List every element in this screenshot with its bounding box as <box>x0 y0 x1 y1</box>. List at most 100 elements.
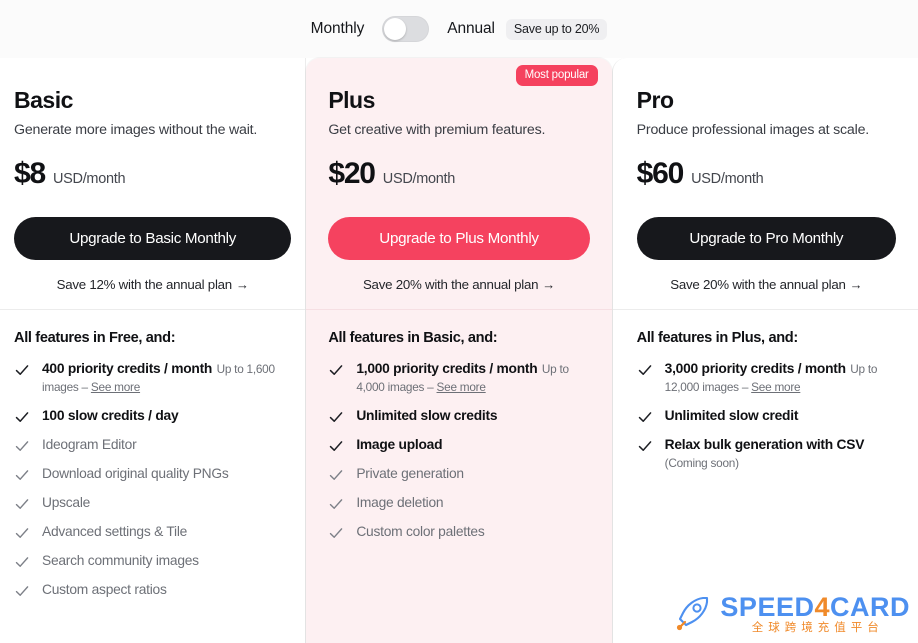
plan-header-pro: Pro Produce professional images at scale… <box>613 58 918 309</box>
plan-price-row: $8 USD/month <box>14 157 291 191</box>
feature-item: Upscale <box>14 494 291 512</box>
check-icon <box>328 467 344 483</box>
watermark-brand-prefix: SPEED <box>720 592 815 623</box>
feature-label: Image deletion <box>356 495 444 510</box>
check-icon <box>14 467 30 483</box>
feature-text: Private generation <box>356 465 464 483</box>
annual-plan-link-pro[interactable]: Save 20% with the annual plan → <box>637 277 896 292</box>
feature-text: Ideogram Editor <box>42 436 137 454</box>
feature-text: Relax bulk generation with CSV (Coming s… <box>665 436 898 472</box>
feature-label: 1,000 priority credits / month <box>356 361 538 376</box>
feature-item: Download original quality PNGs <box>14 465 291 483</box>
plan-price-row: $20 USD/month <box>328 157 589 191</box>
feature-text: Custom aspect ratios <box>42 581 167 599</box>
plan-name: Plus <box>328 87 375 113</box>
feature-text: Unlimited slow credits <box>356 407 497 425</box>
feature-item: Image upload <box>328 436 591 454</box>
feature-label: 100 slow credits / day <box>42 408 179 423</box>
check-icon <box>14 525 30 541</box>
billing-monthly-label[interactable]: Monthly <box>311 20 365 38</box>
plan-price: $20 <box>328 157 376 191</box>
features-title: All features in Plus, and: <box>636 330 799 346</box>
feature-item: Search community images <box>14 552 291 570</box>
check-icon <box>14 583 30 599</box>
plan-price-unit: USD/month <box>52 171 126 188</box>
feature-item: Unlimited slow credit <box>637 407 898 425</box>
plan-name: Basic <box>14 87 73 113</box>
pricing-page: Monthly Annual Save up to 20% Basic Gene… <box>0 0 918 643</box>
most-popular-badge: Most popular <box>515 65 598 86</box>
feature-text: 400 priority credits / month Up to 1,600… <box>42 360 291 396</box>
check-icon <box>328 525 344 541</box>
see-more-link[interactable]: See more <box>751 380 800 394</box>
feature-item: Custom color palettes <box>328 523 591 541</box>
plan-price: $8 <box>14 157 46 191</box>
billing-annual-label[interactable]: Annual <box>447 20 495 38</box>
feature-item: Advanced settings & Tile <box>14 523 291 541</box>
feature-label: Upscale <box>42 495 91 510</box>
arrow-right-icon: → <box>235 277 249 293</box>
feature-text: Unlimited slow credit <box>665 407 799 425</box>
plan-header-basic: Basic Generate more images without the w… <box>0 58 305 309</box>
arrow-right-icon: → <box>849 277 863 293</box>
see-more-link[interactable]: See more <box>91 380 140 394</box>
billing-period-switch[interactable] <box>382 16 430 42</box>
plan-header-plus: Plus Get creative with premium features.… <box>306 58 611 309</box>
upgrade-button-basic[interactable]: Upgrade to Basic Monthly <box>14 217 292 261</box>
feature-item: 100 slow credits / day <box>14 407 291 425</box>
plan-price-unit: USD/month <box>382 171 456 188</box>
feature-text: Upscale <box>42 494 90 512</box>
check-icon <box>637 362 653 378</box>
plan-name: Pro <box>636 87 674 113</box>
feature-text: 100 slow credits / day <box>42 407 179 425</box>
feature-text: Search community images <box>42 552 199 570</box>
feature-label: Relax bulk generation with CSV <box>664 437 865 452</box>
feature-label: Unlimited slow credits <box>356 408 498 423</box>
watermark-subtitle: 全球跨境充值平台 <box>751 622 884 635</box>
feature-item: 3,000 priority credits / month Up to 12,… <box>637 360 898 396</box>
annual-plan-link-text: Save 20% with the annual plan <box>362 277 539 293</box>
feature-label: Private generation <box>356 466 464 481</box>
upgrade-button-pro[interactable]: Upgrade to Pro Monthly <box>636 217 896 261</box>
feature-text: Image deletion <box>356 494 443 512</box>
feature-label: Advanced settings & Tile <box>42 524 188 539</box>
plan-price-row: $60 USD/month <box>637 157 896 191</box>
features-title: All features in Free, and: <box>14 330 176 346</box>
see-more-link[interactable]: See more <box>437 380 486 394</box>
annual-plan-link-plus[interactable]: Save 20% with the annual plan → <box>328 277 589 292</box>
check-icon <box>637 409 653 425</box>
annual-plan-link-text: Save 20% with the annual plan <box>670 277 846 293</box>
feature-text: Image upload <box>356 436 442 454</box>
watermark-brand-accent: 4 <box>814 592 830 623</box>
plan-description: Produce professional images at scale. <box>636 122 870 139</box>
annual-plan-link-basic[interactable]: Save 12% with the annual plan → <box>14 277 291 292</box>
feature-text: 1,000 priority credits / month Up to 4,0… <box>356 360 591 396</box>
feature-label: Download original quality PNGs <box>42 466 229 481</box>
features-title: All features in Basic, and: <box>328 330 498 346</box>
speed4card-watermark: SPEED4CARD 全球跨境充值平台 <box>673 592 910 637</box>
check-icon <box>14 438 30 454</box>
plan-description: Get creative with premium features. <box>328 122 546 139</box>
watermark-brand: SPEED4CARD <box>720 594 910 621</box>
check-icon <box>14 554 30 570</box>
feature-item: Custom aspect ratios <box>14 581 291 599</box>
annual-savings-badge: Save up to 20% <box>505 18 608 40</box>
feature-text: Advanced settings & Tile <box>42 523 187 541</box>
check-icon <box>14 409 30 425</box>
feature-text: Download original quality PNGs <box>42 465 229 483</box>
feature-label: Custom color palettes <box>356 524 485 539</box>
feature-label: 3,000 priority credits / month <box>664 361 846 376</box>
plan-columns: Basic Generate more images without the w… <box>0 58 918 643</box>
feature-text: Custom color palettes <box>356 523 484 541</box>
feature-item: Private generation <box>328 465 591 483</box>
feature-item: 1,000 priority credits / month Up to 4,0… <box>328 360 591 396</box>
check-icon <box>637 438 653 454</box>
upgrade-button-plus[interactable]: Upgrade to Plus Monthly <box>328 217 590 261</box>
feature-label: Unlimited slow credit <box>664 408 799 423</box>
plan-card-basic: Basic Generate more images without the w… <box>0 58 307 643</box>
annual-plan-link-text: Save 12% with the annual plan <box>56 277 233 293</box>
feature-label: Search community images <box>42 553 199 568</box>
switch-knob <box>384 18 407 40</box>
plan-card-plus: Most popular Plus Get creative with prem… <box>306 58 612 643</box>
plan-price-unit: USD/month <box>691 171 764 188</box>
